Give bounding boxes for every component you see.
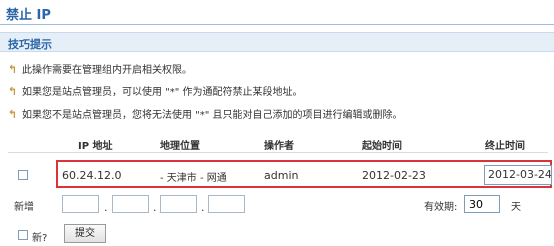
tip-item: ↰ 如果您是站点管理员，可以使用 "*" 作为通配符禁止某段地址。 <box>8 83 303 98</box>
submit-button[interactable]: 提交 <box>64 224 106 243</box>
header-divider <box>8 152 548 153</box>
column-header-operator: 操作者 <box>264 141 294 152</box>
new-checkbox[interactable] <box>18 230 28 240</box>
ip-octet-1-input[interactable] <box>62 195 99 213</box>
column-header-ip: IP 地址 <box>78 141 113 152</box>
tip-item: ↰ 此操作需要在管理组内开启相关权限。 <box>8 61 192 76</box>
expiry-days-input[interactable] <box>464 195 500 213</box>
ip-octet-3-input[interactable] <box>160 195 197 213</box>
title-divider <box>0 24 554 25</box>
tips-header: 技巧提示 <box>0 32 554 52</box>
ip-separator: . <box>153 201 157 214</box>
expiry-label: 有效期: <box>424 202 458 213</box>
bullet-icon: ↰ <box>8 108 18 121</box>
tips-title: 技巧提示 <box>8 38 52 51</box>
tip-text: 此操作需要在管理组内开启相关权限。 <box>22 65 192 76</box>
row-delete-checkbox[interactable] <box>18 170 28 180</box>
bullet-icon: ↰ <box>8 85 18 98</box>
column-header-end-time: 终止时间 <box>485 141 525 152</box>
row-end-time-input[interactable]: 2012-03-24 <box>484 165 552 185</box>
expiry-unit: 天 <box>511 202 521 213</box>
tip-item: ↰ 如果您不是站点管理员，您将无法使用 "*" 且只能对自己添加的项目进行编辑或删… <box>8 106 403 121</box>
ip-separator: . <box>201 201 205 214</box>
tip-text: 如果您不是站点管理员，您将无法使用 "*" 且只能对自己添加的项目进行编辑或删除… <box>22 110 403 121</box>
table-row-highlight <box>56 160 552 188</box>
page-title: 禁止 IP <box>6 8 51 23</box>
new-checkbox-label: 新? <box>32 233 48 244</box>
tip-text: 如果您是站点管理员，可以使用 "*" 作为通配符禁止某段地址。 <box>22 87 303 98</box>
column-header-start-time: 起始时间 <box>362 141 402 152</box>
column-header-location: 地理位置 <box>160 141 200 152</box>
ip-octet-4-input[interactable] <box>208 195 245 213</box>
row-start-time: 2012-02-23 <box>362 169 426 182</box>
row-operator: admin <box>264 169 299 182</box>
add-label: 新增 <box>14 202 34 213</box>
ip-separator: . <box>104 201 108 214</box>
row-location: - 天津市 - 网通 <box>160 173 227 184</box>
row-ip: 60.24.12.0 <box>62 169 122 182</box>
ip-octet-2-input[interactable] <box>112 195 149 213</box>
bullet-icon: ↰ <box>8 63 18 76</box>
